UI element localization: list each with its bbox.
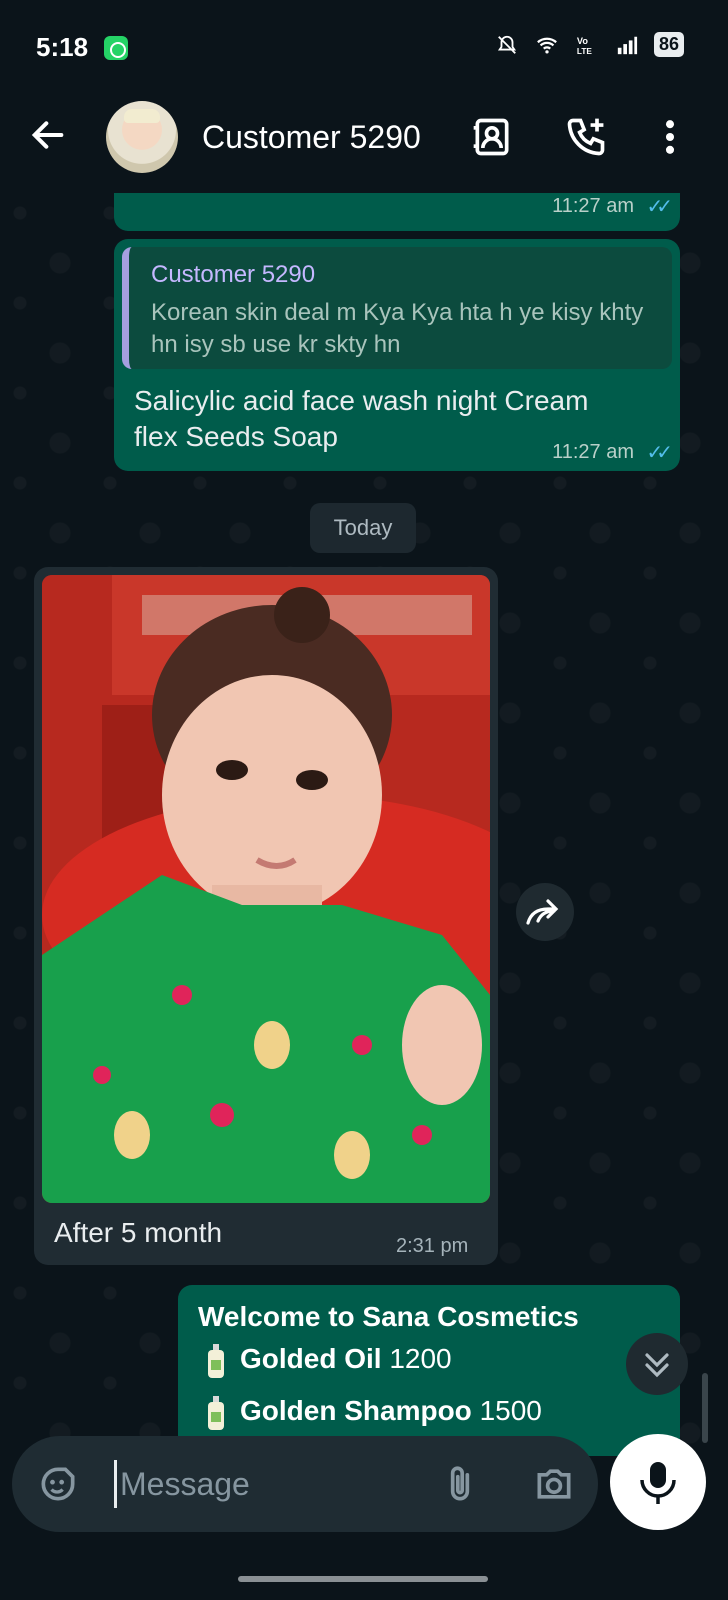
contact-avatar[interactable] — [106, 101, 178, 173]
scroll-to-bottom-button[interactable] — [626, 1333, 688, 1395]
contact-name[interactable]: Customer 5290 — [202, 119, 421, 156]
photo-image — [42, 575, 490, 1203]
wifi-icon — [537, 37, 557, 54]
message-time: 11:27 am — [552, 195, 634, 217]
product-item: Golded Oil 1200 — [206, 1343, 452, 1378]
status-time: 5:18 — [36, 32, 89, 62]
message-input[interactable]: Message — [120, 1466, 250, 1503]
more-options-icon[interactable] — [648, 115, 692, 159]
sticker-icon[interactable] — [36, 1462, 80, 1506]
status-icons: Vo LTE 86 — [494, 32, 684, 57]
text-caret — [114, 1460, 117, 1508]
mute-bell-icon — [497, 35, 517, 54]
forward-icon — [526, 899, 559, 925]
back-arrow-icon[interactable] — [28, 115, 68, 155]
attach-icon[interactable] — [438, 1462, 482, 1506]
forward-button[interactable] — [516, 883, 574, 941]
read-receipt-icon: ✓✓ — [646, 442, 672, 464]
message-text-line: Salicylic acid face wash night Cream — [134, 385, 589, 416]
volte-icon: VoLTE — [577, 36, 592, 56]
message-time: 11:27 am — [552, 441, 634, 463]
signal-icon — [617, 36, 638, 54]
quoted-sender: Customer 5290 — [151, 261, 316, 288]
image-caption: After 5 month — [54, 1217, 223, 1248]
whatsapp-notification-icon — [104, 36, 128, 60]
svg-text:LTE: LTE — [577, 47, 592, 56]
catalog-title: Welcome to Sana Cosmetics — [198, 1301, 579, 1332]
oil-bottle-icon — [208, 1343, 224, 1378]
outgoing-message[interactable]: 11:27 am ✓✓ — [114, 193, 680, 231]
voice-message-button[interactable] — [610, 1434, 706, 1530]
product-price: 1500 — [479, 1395, 542, 1426]
microphone-icon — [640, 1462, 676, 1504]
double-chevron-down-icon — [645, 1353, 669, 1378]
message-photo[interactable] — [42, 575, 490, 1203]
message-input-bar[interactable]: Message — [12, 1436, 598, 1532]
outgoing-reply-message[interactable]: Customer 5290 Korean skin deal m Kya Kya… — [114, 239, 680, 471]
date-separator: Today — [310, 503, 416, 553]
chat-header: Customer 5290 — [0, 95, 728, 195]
product-item: Golden Shampoo 1500 — [206, 1395, 542, 1430]
camera-icon[interactable] — [532, 1462, 576, 1506]
message-text-line: flex Seeds Soap — [134, 421, 338, 452]
chat-area[interactable]: 11:27 am ✓✓ Customer 5290 Korean skin de… — [0, 193, 728, 1456]
message-time: 2:31 pm — [396, 1235, 469, 1257]
product-price: 1200 — [389, 1343, 452, 1374]
read-receipt-icon: ✓✓ — [646, 196, 672, 218]
contact-card-icon[interactable] — [470, 115, 514, 159]
status-bar: 5:18 Vo LTE 86 — [0, 0, 728, 95]
outgoing-catalog-message[interactable]: Welcome to Sana Cosmetics Golded Oil 120… — [178, 1285, 680, 1456]
quoted-text: Korean skin deal m Kya Kya hta h ye kisy… — [151, 299, 644, 358]
product-name: Golden Shampoo — [240, 1395, 472, 1426]
battery-level: 86 — [653, 32, 684, 57]
shampoo-bottle-icon — [208, 1395, 224, 1430]
add-call-icon[interactable] — [564, 115, 608, 159]
home-indicator[interactable] — [238, 1576, 488, 1582]
scrollbar[interactable] — [702, 1373, 708, 1443]
quoted-message[interactable]: Customer 5290 Korean skin deal m Kya Kya… — [122, 247, 672, 369]
svg-text:Vo: Vo — [577, 36, 588, 46]
product-name: Golded Oil — [240, 1343, 382, 1374]
